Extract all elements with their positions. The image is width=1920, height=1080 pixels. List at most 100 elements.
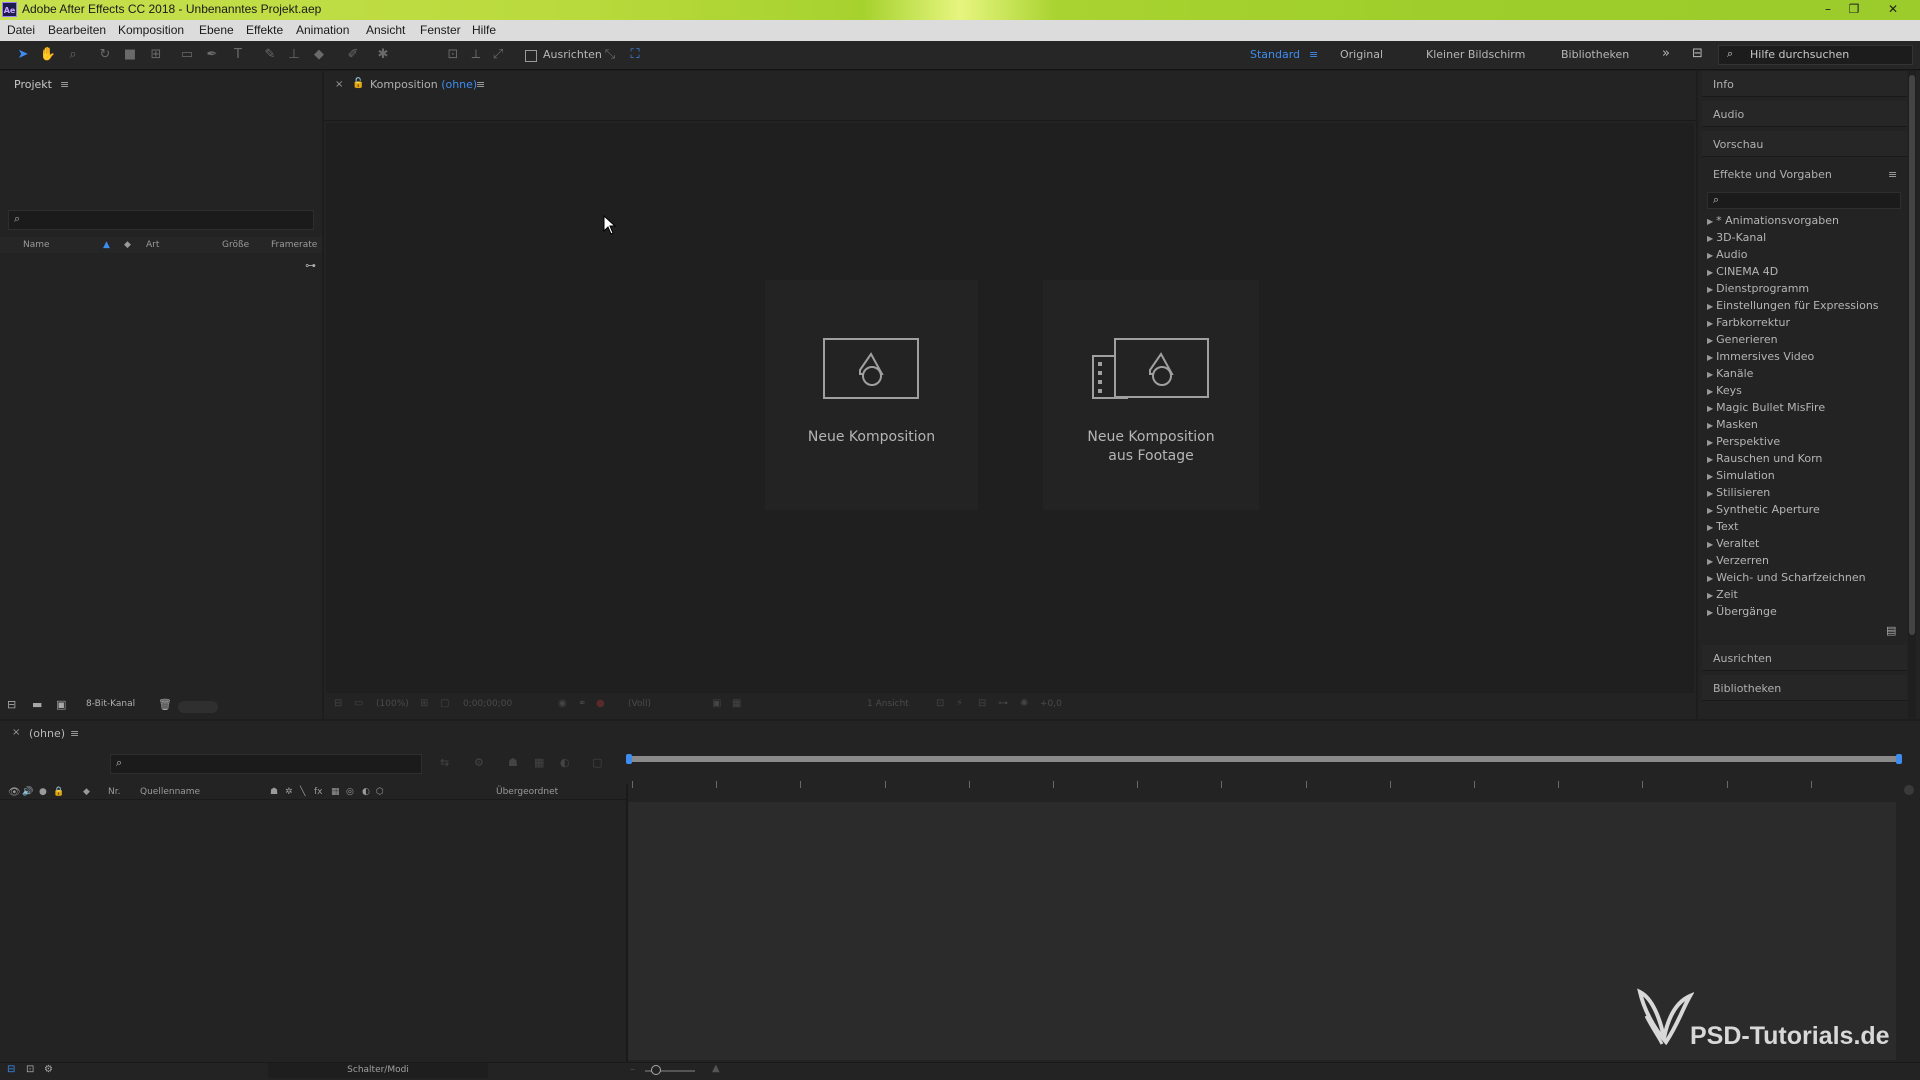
clone-stamp-tool-icon[interactable]: ⊥ (285, 46, 303, 64)
menu-bearbeiten[interactable]: Bearbeiten (48, 23, 106, 37)
always-preview-icon[interactable]: ⊟ (334, 698, 342, 709)
flowchart-icon[interactable]: ⊶ (305, 259, 316, 272)
video-visibility-icon[interactable]: 👁 (8, 787, 21, 798)
flowchart-icon[interactable]: ⊶ (998, 698, 1008, 709)
frame-blend-switch-icon[interactable]: ▦ (331, 787, 340, 797)
zoom-slider-thumb[interactable] (651, 1065, 661, 1075)
effects-category-item[interactable]: ▶ Magic Bullet MisFire (1707, 401, 1825, 414)
snap-edges-icon[interactable]: ⤡ (601, 46, 619, 64)
workspace-layout-icon[interactable]: ⊟ (1692, 46, 1703, 61)
rotate-tool-icon[interactable]: ↻ (96, 46, 114, 64)
transparency-grid-icon[interactable]: ▦ (732, 698, 741, 709)
effects-category-item[interactable]: ▶ Weich- und Scharfzeichnen (1707, 571, 1866, 584)
work-area-start-handle[interactable] (626, 754, 632, 764)
effects-category-item[interactable]: ▶ Text (1707, 520, 1738, 533)
region-of-interest-icon[interactable]: ▣ (712, 698, 721, 709)
expand-triangle-icon[interactable]: ▶ (1707, 217, 1713, 226)
puppet-tool-icon[interactable]: ✱ (374, 46, 392, 64)
effects-category-item[interactable]: ▶ Immersives Video (1707, 350, 1814, 363)
effects-category-item[interactable]: ▶ Perspektive (1707, 435, 1780, 448)
effects-category-item[interactable]: ▶ Farbkorrektur (1707, 316, 1790, 329)
composition-tab[interactable]: Komposition (ohne) (370, 78, 477, 91)
effects-category-item[interactable]: ▶ Keys (1707, 384, 1742, 397)
expand-triangle-icon[interactable]: ▶ (1707, 472, 1713, 481)
menu-datei[interactable]: Datei (7, 23, 35, 37)
expand-triangle-icon[interactable]: ▶ (1707, 387, 1713, 396)
restore-icon[interactable]: ❐ (1845, 2, 1863, 16)
sort-ascending-icon[interactable]: ▲ (103, 240, 110, 250)
panel-menu-icon[interactable]: ≡ (476, 78, 485, 91)
align-panel-title[interactable]: Ausrichten (1713, 652, 1772, 665)
expand-triangle-icon[interactable]: ▶ (1707, 608, 1713, 617)
effects-switch-icon[interactable]: fx (314, 787, 323, 797)
shy-switch-icon[interactable]: ☗ (270, 787, 278, 797)
pan-behind-tool-icon[interactable]: ⊞ (147, 46, 165, 64)
panel-menu-icon[interactable]: ≡ (1888, 168, 1897, 181)
mask-visibility-icon[interactable]: ▢ (440, 698, 449, 709)
zoom-tool-icon[interactable]: ⌕ (64, 46, 82, 64)
adjustment-layer-switch-icon[interactable]: ◐ (362, 787, 370, 797)
effects-category-item[interactable]: ▶ Rauschen und Korn (1707, 452, 1822, 465)
work-area-end-handle[interactable] (1896, 754, 1902, 764)
expand-triangle-icon[interactable]: ▶ (1707, 285, 1713, 294)
graph-editor-icon[interactable]: ▢ (592, 756, 602, 769)
expand-triangle-icon[interactable]: ▶ (1707, 370, 1713, 379)
transfer-controls-icon[interactable]: ⊡ (26, 1064, 34, 1075)
effects-category-item[interactable]: ▶ Masken (1707, 418, 1758, 431)
new-folder-icon[interactable]: ▬ (32, 698, 42, 711)
effects-category-item[interactable]: ▶ 3D-Kanal (1707, 231, 1766, 244)
camera-tool-icon[interactable]: ■ (121, 46, 139, 64)
effects-search-input[interactable] (1707, 192, 1901, 209)
pen-tool-icon[interactable]: ✒ (203, 46, 221, 64)
menu-fenster[interactable]: Fenster (420, 23, 461, 37)
column-type[interactable]: Art (146, 240, 159, 250)
quality-switch-icon[interactable]: ╲ (300, 787, 305, 797)
column-name[interactable]: Name (23, 240, 50, 250)
expand-triangle-icon[interactable]: ▶ (1707, 421, 1713, 430)
project-tab[interactable]: Projekt (14, 78, 52, 91)
show-snapshot-icon[interactable]: ⚭ (578, 698, 586, 709)
label-tag-icon[interactable]: ◆ (124, 240, 131, 250)
workspace-original[interactable]: Original (1340, 48, 1383, 61)
workspace-menu-icon[interactable]: ≡ (1309, 48, 1318, 61)
zoom-out-icon[interactable]: – (630, 1064, 635, 1075)
audio-icon[interactable]: 🔊 (22, 787, 33, 797)
effects-category-item[interactable]: ▶ Kanäle (1707, 367, 1753, 380)
new-composition-icon[interactable]: ▣ (56, 698, 66, 711)
brush-tool-icon[interactable]: ✎ (261, 46, 279, 64)
lock-icon[interactable]: 🔓 (352, 78, 364, 89)
right-panel-scrollbar[interactable] (1908, 71, 1916, 719)
lock-icon[interactable]: 🔒 (53, 787, 64, 797)
rectangle-tool-icon[interactable]: ▭ (178, 46, 196, 64)
snap-features-icon[interactable]: ⛶ (626, 46, 644, 64)
expand-triangle-icon[interactable]: ▶ (1707, 557, 1713, 566)
effects-category-item[interactable]: ▶ Veraltet (1707, 537, 1759, 550)
new-composition-tile[interactable]: Neue Komposition (765, 280, 978, 510)
expand-triangle-icon[interactable]: ▶ (1707, 455, 1713, 464)
menu-ansicht[interactable]: Ansicht (366, 23, 405, 37)
project-search-input[interactable] (8, 210, 314, 230)
effects-category-item[interactable]: ▶ Synthetic Aperture (1707, 503, 1820, 516)
view-layout-dropdown[interactable]: 1 Ansicht (867, 699, 909, 709)
snap-checkbox[interactable] (525, 50, 537, 62)
label-tag-icon[interactable]: ◆ (83, 787, 90, 797)
hand-tool-icon[interactable]: ✋ (39, 46, 57, 64)
effects-category-item[interactable]: ▶ Übergänge (1707, 605, 1777, 618)
preview-panel-title[interactable]: Vorschau (1713, 138, 1763, 151)
expand-triangle-icon[interactable]: ▶ (1707, 302, 1713, 311)
timeline-icon[interactable]: ⊟ (978, 698, 986, 709)
effects-category-item[interactable]: ▶ Verzerren (1707, 554, 1769, 567)
shy-layers-icon[interactable]: ☗ (508, 756, 518, 769)
column-source-name[interactable]: Quellenname (140, 787, 200, 797)
timeline-tab[interactable]: (ohne) (29, 727, 65, 740)
zoom-dropdown[interactable]: (100%) (376, 699, 409, 709)
eraser-tool-icon[interactable]: ◆ (310, 46, 328, 64)
column-size[interactable]: Größe (222, 240, 249, 250)
workspace-small-screen[interactable]: Kleiner Bildschirm (1426, 48, 1525, 61)
effects-category-item[interactable]: ▶ Audio (1707, 248, 1747, 261)
expand-triangle-icon[interactable]: ▶ (1707, 438, 1713, 447)
exposure-icon[interactable]: ✺ (1020, 698, 1028, 709)
new-preset-icon[interactable]: ▤ (1886, 624, 1896, 637)
menu-ebene[interactable]: Ebene (199, 23, 234, 37)
close-icon[interactable]: ✕ (1884, 2, 1902, 16)
